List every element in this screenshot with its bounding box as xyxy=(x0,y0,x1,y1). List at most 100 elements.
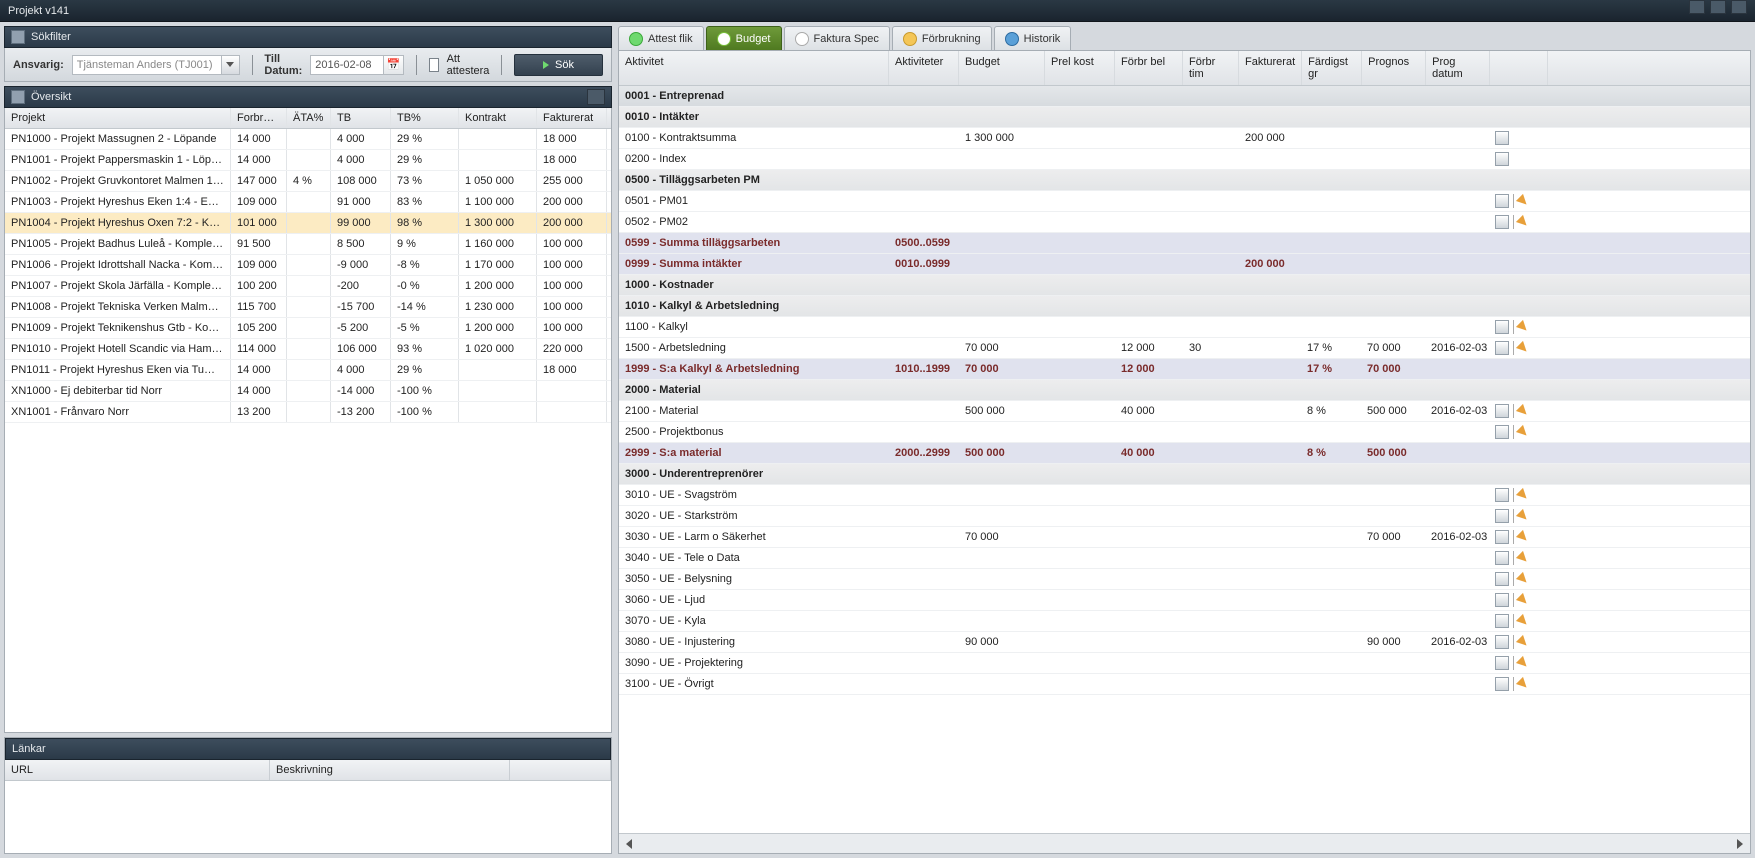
budget-row[interactable]: 1100 - Kalkyl xyxy=(619,317,1750,338)
tab-budget[interactable]: Budget xyxy=(706,26,782,50)
tab-faktura[interactable]: Faktura Spec xyxy=(784,26,890,50)
budget-row[interactable]: 1500 - Arbetsledning70 00012 0003017 %70… xyxy=(619,338,1750,359)
col-fakturerat[interactable]: Fakturerat xyxy=(537,108,607,128)
table-row[interactable]: XN1000 - Ej debiterbar tid Norr14 000-14… xyxy=(5,381,611,402)
ansvarig-input[interactable] xyxy=(72,55,222,75)
grid-icon[interactable] xyxy=(1495,488,1509,502)
table-row[interactable]: PN1004 - Projekt Hyreshus Oxen 7:2 - Kom… xyxy=(5,213,611,234)
budget-row[interactable]: 3050 - UE - Belysning xyxy=(619,569,1750,590)
bcol-fakturerat[interactable]: Fakturerat xyxy=(1239,51,1302,85)
table-row[interactable]: PN1003 - Projekt Hyreshus Eken 1:4 - Enk… xyxy=(5,192,611,213)
grid-icon[interactable] xyxy=(1495,509,1509,523)
pencil-icon[interactable] xyxy=(1516,635,1530,649)
col-tbp[interactable]: TB% xyxy=(391,108,459,128)
search-button[interactable]: Sök xyxy=(514,54,603,76)
budget-hscroll[interactable] xyxy=(619,833,1750,853)
budget-row[interactable]: 3090 - UE - Projektering xyxy=(619,653,1750,674)
budget-row[interactable]: 3080 - UE - Injustering90 00090 0002016-… xyxy=(619,632,1750,653)
col-ata[interactable]: ÄTA% xyxy=(287,108,331,128)
close-icon[interactable] xyxy=(1731,0,1747,14)
chevron-down-icon[interactable] xyxy=(222,55,240,75)
scroll-left-icon[interactable] xyxy=(621,836,637,852)
grid-icon[interactable] xyxy=(1495,194,1509,208)
grid-icon[interactable] xyxy=(1495,425,1509,439)
budget-row[interactable]: 0100 - Kontraktsumma1 300 000200 000 xyxy=(619,128,1750,149)
tab-attest[interactable]: Attest flik xyxy=(618,26,704,50)
pencil-icon[interactable] xyxy=(1516,341,1530,355)
table-row[interactable]: PN1002 - Projekt Gruvkontoret Malmen 1:1… xyxy=(5,171,611,192)
table-row[interactable]: PN1000 - Projekt Massugnen 2 - Löpande14… xyxy=(5,129,611,150)
maximize-icon[interactable] xyxy=(1710,0,1726,14)
bcol-prelkost[interactable]: Prel kost xyxy=(1045,51,1115,85)
col-projekt[interactable]: Projekt xyxy=(5,108,231,128)
pencil-icon[interactable] xyxy=(1516,593,1530,607)
budget-row[interactable]: 0501 - PM01 xyxy=(619,191,1750,212)
pencil-icon[interactable] xyxy=(1516,530,1530,544)
grid-icon[interactable] xyxy=(1495,635,1509,649)
table-row[interactable]: PN1001 - Projekt Pappersmaskin 1 - Löpan… xyxy=(5,150,611,171)
table-row[interactable]: PN1011 - Projekt Hyreshus Eken via Tumst… xyxy=(5,360,611,381)
grid-icon[interactable] xyxy=(1495,404,1509,418)
pencil-icon[interactable] xyxy=(1516,404,1530,418)
grid-icon[interactable] xyxy=(1495,551,1509,565)
table-row[interactable]: PN1005 - Projekt Badhus Luleå - Komplett… xyxy=(5,234,611,255)
budget-row[interactable]: 3100 - UE - Övrigt xyxy=(619,674,1750,695)
grid-icon[interactable] xyxy=(1495,614,1509,628)
pencil-icon[interactable] xyxy=(1516,509,1530,523)
bcol-aktiviteter[interactable]: Aktiviteter xyxy=(889,51,959,85)
collapse-icon[interactable] xyxy=(587,89,605,105)
col-beskrivning[interactable]: Beskrivning xyxy=(270,760,510,780)
grid-icon[interactable] xyxy=(1495,656,1509,670)
grid-icon[interactable] xyxy=(1495,530,1509,544)
pencil-icon[interactable] xyxy=(1516,551,1530,565)
budget-row[interactable]: 2100 - Material500 00040 0008 %500 00020… xyxy=(619,401,1750,422)
budget-row[interactable]: 3010 - UE - Svagström xyxy=(619,485,1750,506)
till-datum-field[interactable]: 📅 xyxy=(310,55,404,75)
pencil-icon[interactable] xyxy=(1516,215,1530,229)
col-forbrukat[interactable]: Forbrukat xyxy=(231,108,287,128)
grid-icon[interactable] xyxy=(1495,215,1509,229)
grid-icon[interactable] xyxy=(1495,152,1509,166)
till-datum-input[interactable] xyxy=(310,55,384,75)
calendar-icon[interactable]: 📅 xyxy=(384,55,404,75)
bcol-fardigstgr[interactable]: Färdigst gr xyxy=(1302,51,1362,85)
pencil-icon[interactable] xyxy=(1516,656,1530,670)
table-row[interactable]: PN1008 - Projekt Tekniska Verken Malmö -… xyxy=(5,297,611,318)
bcol-progdatum[interactable]: Prog datum xyxy=(1426,51,1490,85)
budget-row[interactable]: 2500 - Projektbonus xyxy=(619,422,1750,443)
pencil-icon[interactable] xyxy=(1516,677,1530,691)
grid-icon[interactable] xyxy=(1495,341,1509,355)
budget-row[interactable]: 3060 - UE - Ljud xyxy=(619,590,1750,611)
col-tb[interactable]: TB xyxy=(331,108,391,128)
pencil-icon[interactable] xyxy=(1516,488,1530,502)
grid-icon[interactable] xyxy=(1495,320,1509,334)
table-row[interactable]: PN1009 - Projekt Teknikenshus Gtb - Komp… xyxy=(5,318,611,339)
bcol-prognos[interactable]: Prognos xyxy=(1362,51,1426,85)
att-attestera-checkbox[interactable] xyxy=(429,58,439,72)
table-row[interactable]: XN1001 - Frånvaro Norr13 200-13 200-100 … xyxy=(5,402,611,423)
budget-row[interactable]: 3070 - UE - Kyla xyxy=(619,611,1750,632)
budget-row[interactable]: 3030 - UE - Larm o Säkerhet70 00070 0002… xyxy=(619,527,1750,548)
bcol-budget[interactable]: Budget xyxy=(959,51,1045,85)
bcol-forbrbel[interactable]: Förbr bel xyxy=(1115,51,1183,85)
pencil-icon[interactable] xyxy=(1516,614,1530,628)
grid-icon[interactable] xyxy=(1495,131,1509,145)
pencil-icon[interactable] xyxy=(1516,425,1530,439)
col-url[interactable]: URL xyxy=(5,760,270,780)
budget-row[interactable]: 3020 - UE - Starkström xyxy=(619,506,1750,527)
budget-row[interactable]: 0200 - Index xyxy=(619,149,1750,170)
col-kontrakt[interactable]: Kontrakt xyxy=(459,108,537,128)
pencil-icon[interactable] xyxy=(1516,320,1530,334)
tab-historik[interactable]: Historik xyxy=(994,26,1072,50)
pencil-icon[interactable] xyxy=(1516,194,1530,208)
grid-icon[interactable] xyxy=(1495,593,1509,607)
tab-forbrukning[interactable]: Förbrukning xyxy=(892,26,992,50)
budget-row[interactable]: 0502 - PM02 xyxy=(619,212,1750,233)
bcol-forbrtim[interactable]: Förbr tim xyxy=(1183,51,1239,85)
pencil-icon[interactable] xyxy=(1516,572,1530,586)
table-row[interactable]: PN1010 - Projekt Hotell Scandic via Hamm… xyxy=(5,339,611,360)
table-row[interactable]: PN1006 - Projekt Idrottshall Nacka - Kom… xyxy=(5,255,611,276)
table-row[interactable]: PN1007 - Projekt Skola Järfälla - Komple… xyxy=(5,276,611,297)
ansvarig-combo[interactable] xyxy=(72,55,240,75)
bcol-aktivitet[interactable]: Aktivitet xyxy=(619,51,889,85)
